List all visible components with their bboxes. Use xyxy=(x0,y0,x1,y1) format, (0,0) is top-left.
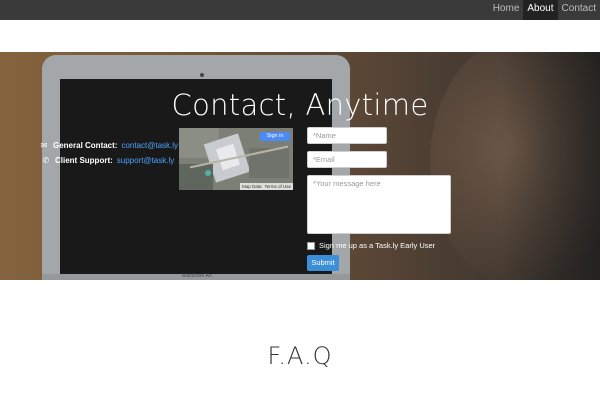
map-footer: Map Data Terms of Use xyxy=(239,183,293,190)
envelope-icon: ✉ xyxy=(40,141,48,150)
nav-item-contact[interactable]: Contact xyxy=(558,0,600,20)
general-contact-label: General Contact: xyxy=(53,141,118,150)
client-support-label: Client Support: xyxy=(55,156,113,165)
map-signin-button[interactable]: Sign in xyxy=(260,132,290,141)
message-textarea[interactable]: *Your message here xyxy=(307,175,451,234)
location-map[interactable]: Sign in Map Data Terms of Use xyxy=(179,128,293,190)
phone-icon: ✆ xyxy=(42,156,50,165)
early-user-label: Sign me up as a Task.ly Early User xyxy=(319,241,436,250)
early-user-option: Sign me up as a Task.ly Early User xyxy=(307,241,435,250)
contact-hero: MacBook Air xyxy=(0,52,600,280)
faq-heading: F.A.Q xyxy=(267,342,333,370)
email-field[interactable]: *Email xyxy=(307,151,387,168)
name-field[interactable]: *Name xyxy=(307,127,387,144)
hero-overlay xyxy=(0,52,600,280)
early-user-checkbox[interactable] xyxy=(307,241,315,250)
general-contact-email-link[interactable]: contact@task.ly xyxy=(121,141,178,150)
page-title: Contact, Anytime xyxy=(171,88,429,122)
top-navbar: Home About Contact xyxy=(0,0,600,20)
map-terms-link[interactable]: Terms of Use xyxy=(264,184,291,189)
nav-item-home[interactable]: Home xyxy=(489,0,524,20)
client-support-row: ✆ Client Support: support@task.ly xyxy=(40,156,175,165)
nav-item-about[interactable]: About xyxy=(523,0,558,20)
submit-button[interactable]: Submit xyxy=(307,255,339,271)
map-data-link[interactable]: Map Data xyxy=(242,184,262,189)
client-support-email-link[interactable]: support@task.ly xyxy=(117,156,174,165)
general-contact-row: ✉ General Contact: contact@task.ly xyxy=(38,141,178,150)
nav-menu: Home About Contact xyxy=(489,0,600,20)
